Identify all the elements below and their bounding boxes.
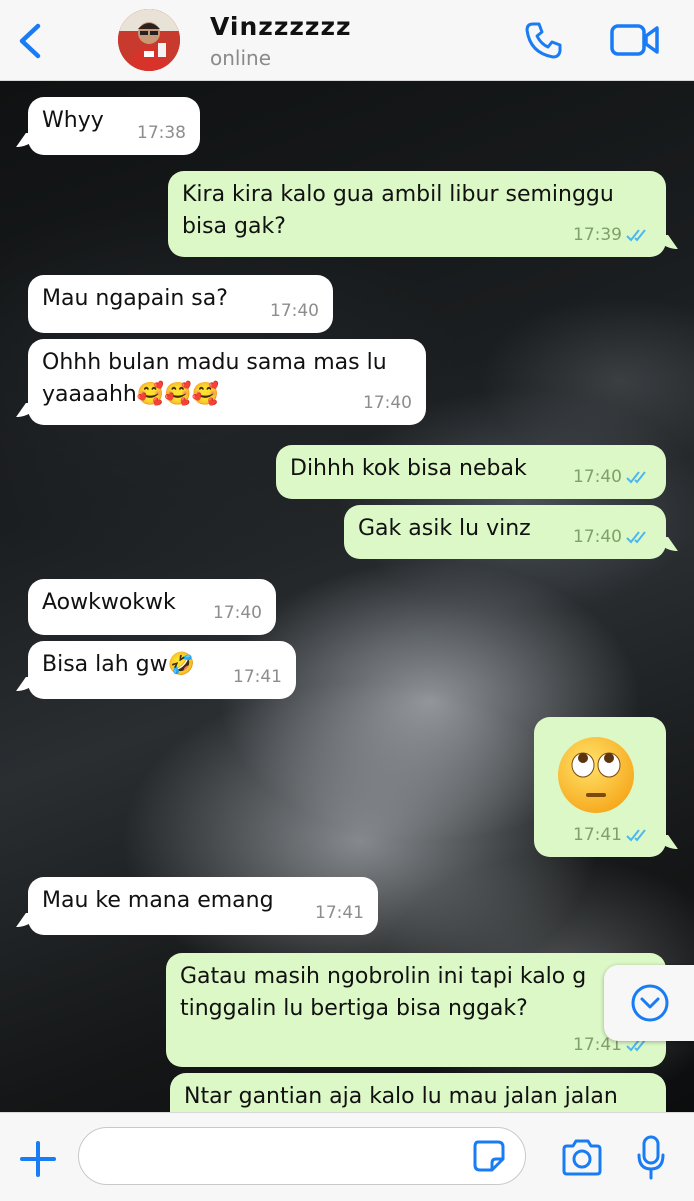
- message-bubble-outgoing[interactable]: Dihhh kok bisa nebak 17:40: [276, 445, 666, 499]
- message-time: 17:38: [137, 123, 186, 143]
- microphone-icon[interactable]: [636, 1135, 666, 1181]
- double-check-icon: [626, 531, 646, 544]
- composer-bar: [0, 1112, 694, 1201]
- message-bubble-incoming[interactable]: Mau ngapain sa? 17:40: [28, 275, 333, 333]
- message-text: Gatau masih ngobrolin ini tapi kalo g ti…: [180, 964, 587, 1021]
- message-bubble-outgoing[interactable]: Ntar gantian aja kalo lu mau jalan jalan: [170, 1073, 666, 1112]
- message-bubble-incoming[interactable]: Ohhh bulan madu sama mas lu yaaaahh🥰🥰🥰 1…: [28, 339, 426, 425]
- sticker-icon[interactable]: [472, 1139, 506, 1173]
- message-bubble-incoming[interactable]: Whyy 17:38: [28, 97, 200, 155]
- message-meta: 17:40: [573, 521, 652, 553]
- message-time: 17:40: [270, 301, 319, 321]
- message-bubble-outgoing-emoji[interactable]: 🙄 17:41: [534, 717, 666, 857]
- message-time: 17:40: [573, 467, 622, 487]
- message-time: 17:40: [213, 603, 262, 623]
- double-check-icon: [626, 471, 646, 484]
- rolling-eyes-emoji-icon: [558, 737, 634, 813]
- message-time: 17:39: [573, 225, 622, 245]
- back-chevron-icon[interactable]: [14, 22, 48, 60]
- double-check-icon: [626, 229, 646, 242]
- scroll-to-bottom-button[interactable]: [604, 965, 694, 1041]
- contact-status: online: [210, 46, 272, 70]
- message-meta: 17:40: [573, 461, 652, 493]
- message-bubble-outgoing[interactable]: Gatau masih ngobrolin ini tapi kalo g ti…: [166, 953, 666, 1067]
- avatar[interactable]: [118, 9, 180, 71]
- message-time: 17:41: [233, 667, 282, 687]
- message-bubble-incoming[interactable]: Aowkwokwk 17:40: [28, 579, 276, 635]
- message-bubble-incoming[interactable]: Bisa lah gw🤣 17:41: [28, 641, 296, 699]
- double-check-icon: [626, 829, 646, 842]
- camera-icon[interactable]: [560, 1139, 604, 1177]
- message-bubble-outgoing[interactable]: Gak asik lu vinz 17:40: [344, 505, 666, 559]
- message-time: 17:41: [573, 825, 622, 845]
- chat-header: Vinzzzzzz online: [0, 0, 694, 81]
- phone-icon[interactable]: [524, 20, 564, 60]
- chat-area[interactable]: Whyy 17:38 Kira kira kalo gua ambil libu…: [0, 81, 694, 1112]
- message-input[interactable]: [78, 1127, 526, 1185]
- message-meta: 17:41: [573, 819, 652, 851]
- message-bubble-outgoing[interactable]: Kira kira kalo gua ambil libur seminggu …: [168, 171, 666, 257]
- message-text: Ntar gantian aja kalo lu mau jalan jalan: [184, 1084, 618, 1109]
- message-time: 17:40: [363, 393, 412, 413]
- message-text: Ohhh bulan madu sama mas lu yaaaahh🥰🥰🥰: [42, 350, 387, 407]
- message-meta: 17:39: [573, 219, 652, 251]
- contact-name[interactable]: Vinzzzzzz: [210, 12, 352, 41]
- message-time: 17:41: [315, 903, 364, 923]
- video-camera-icon[interactable]: [610, 22, 660, 58]
- plus-icon[interactable]: [18, 1139, 58, 1179]
- message-time: 17:40: [573, 527, 622, 547]
- chevron-down-circle-icon: [631, 984, 669, 1022]
- message-bubble-incoming[interactable]: Mau ke mana emang 17:41: [28, 877, 378, 935]
